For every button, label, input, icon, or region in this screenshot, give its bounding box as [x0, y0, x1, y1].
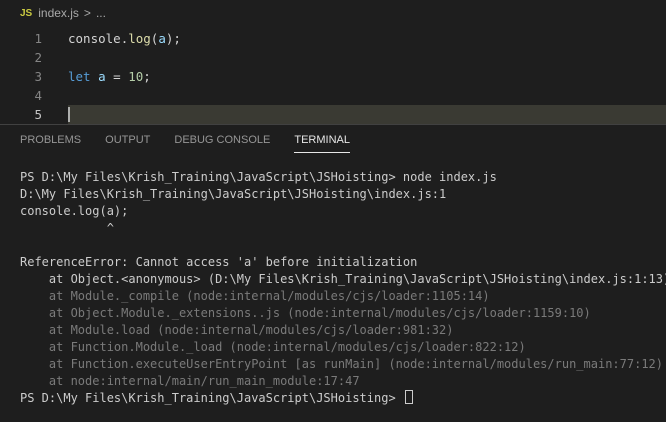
terminal-output[interactable]: PS D:\My Files\Krish_Training\JavaScript… [20, 169, 666, 407]
line-number: 4 [34, 88, 42, 103]
terminal-line: at Module.load (node:internal/modules/cj… [20, 323, 454, 337]
terminal-line: ReferenceError: Cannot access 'a' before… [20, 255, 418, 269]
chevron-right-icon: > [83, 6, 91, 20]
code-token: 10 [128, 69, 144, 84]
line-number: 3 [34, 69, 42, 84]
breadcrumb-file[interactable]: index.js [38, 6, 79, 20]
text-cursor [68, 107, 70, 122]
tab-terminal[interactable]: TERMINAL [294, 125, 350, 155]
line-number: 1 [34, 31, 42, 46]
terminal-prompt-line[interactable]: PS D:\My Files\Krish_Training\JavaScript… [20, 390, 660, 407]
code-token: let [68, 69, 91, 84]
editor-line[interactable]: 5 [0, 105, 666, 124]
terminal-line: ^ [20, 221, 114, 235]
line-number: 2 [34, 50, 42, 65]
tab-debug-console[interactable]: DEBUG CONSOLE [174, 125, 270, 155]
terminal-cursor [404, 390, 413, 404]
code-text: let a = 10; [68, 69, 151, 84]
line-number: 5 [34, 107, 42, 122]
terminal-line: console.log(a); [20, 204, 129, 218]
code-token: ; [143, 69, 151, 84]
breadcrumb: JS index.js > ... [0, 0, 666, 26]
editor-line[interactable]: 2 [0, 48, 666, 67]
terminal-line: at Function.executeUserEntryPoint [as ru… [20, 357, 663, 371]
terminal-line: D:\My Files\Krish_Training\JavaScript\JS… [20, 187, 447, 201]
js-file-icon: JS [20, 7, 33, 19]
code-text: console.log(a); [68, 31, 181, 46]
terminal-line: at node:internal/main/run_main_module:17… [20, 374, 360, 388]
terminal-line: at Object.Module._extensions..js (node:i… [20, 306, 591, 320]
tab-output[interactable]: OUTPUT [105, 125, 150, 155]
terminal-line: at Object.<anonymous> (D:\My Files\Krish… [20, 272, 666, 286]
code-token: a [158, 31, 166, 46]
code-token: = [105, 69, 129, 84]
code-token: log [128, 31, 151, 46]
panel-tabs: PROBLEMS OUTPUT DEBUG CONSOLE TERMINAL [20, 125, 374, 155]
terminal-line: at Module._compile (node:internal/module… [20, 289, 490, 303]
code-token: a [98, 69, 106, 84]
editor-line[interactable]: 4 [0, 86, 666, 105]
tab-problems[interactable]: PROBLEMS [20, 125, 81, 155]
terminal-line: at Function.Module._load (node:internal/… [20, 340, 526, 354]
code-token: ); [165, 31, 181, 46]
code-editor[interactable]: 1 console.log(a); 2 3 let a = 10; 4 5 [0, 26, 666, 124]
editor-line[interactable]: 1 console.log(a); [0, 29, 666, 48]
bottom-panel: PROBLEMS OUTPUT DEBUG CONSOLE TERMINAL PS D… [0, 124, 666, 422]
terminal-prompt: PS D:\My Files\Krish_Training\JavaScript… [20, 391, 403, 405]
terminal-line: PS D:\My Files\Krish_Training\JavaScript… [20, 170, 497, 184]
code-token: console [68, 31, 121, 46]
editor-line[interactable]: 3 let a = 10; [0, 67, 666, 86]
breadcrumb-more[interactable]: ... [96, 6, 106, 20]
